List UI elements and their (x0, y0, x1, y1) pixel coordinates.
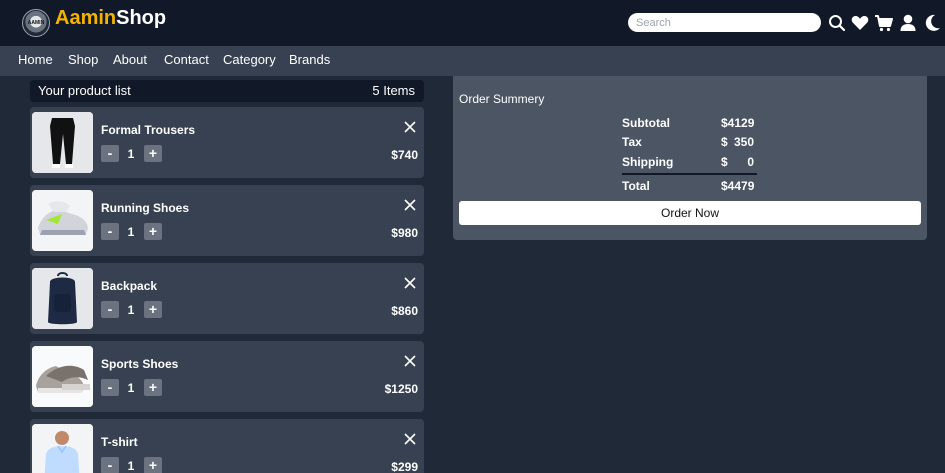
subtotal-label: Subtotal (622, 116, 670, 130)
product-price: $299 (391, 460, 418, 473)
increase-qty-button[interactable]: + (144, 457, 162, 473)
product-image-sports-shoes[interactable] (32, 346, 93, 407)
product-image-trousers[interactable] (32, 112, 93, 173)
brand-name[interactable]: AaminShop (55, 7, 166, 30)
subtotal-row: Subtotal $4129 (622, 116, 757, 132)
increase-qty-button[interactable]: + (144, 301, 162, 318)
increase-qty-button[interactable]: + (144, 145, 162, 162)
total-label: Total (622, 179, 650, 193)
cart-item: Sports Shoes - 1 + $1250 (30, 341, 424, 412)
shipping-label: Shipping (622, 155, 674, 169)
quantity-value: 1 (127, 459, 135, 473)
order-summary-title: Order Summery (459, 92, 545, 106)
summary-divider (622, 173, 757, 175)
product-name: T-shirt (101, 435, 138, 449)
tax-value: 350 (733, 135, 754, 149)
logo-text: AAMIN (27, 20, 45, 26)
nav-contact[interactable]: Contact (164, 52, 209, 67)
nav-category[interactable]: Category (223, 52, 276, 67)
decrease-qty-button[interactable]: - (101, 223, 119, 240)
decrease-qty-button[interactable]: - (101, 301, 119, 318)
search-icon[interactable] (827, 13, 847, 33)
product-name: Running Shoes (101, 201, 189, 215)
nav-about[interactable]: About (113, 52, 147, 67)
product-price: $980 (391, 226, 418, 240)
search-input[interactable] (628, 13, 821, 32)
product-image-tshirt[interactable] (32, 424, 93, 473)
quantity-value: 1 (127, 147, 135, 161)
subtotal-value: $4129 (721, 116, 755, 130)
close-icon[interactable] (404, 199, 416, 211)
brand-part-1: Aamin (55, 7, 117, 29)
cart-item: Formal Trousers - 1 + $740 (30, 107, 424, 178)
shipping-currency: $ (721, 155, 728, 169)
order-now-button[interactable]: Order Now (459, 201, 921, 225)
header: AAMIN AaminShop (0, 0, 945, 46)
cart-item: Backpack - 1 + $860 (30, 263, 424, 334)
close-icon[interactable] (404, 121, 416, 133)
decrease-qty-button[interactable]: - (101, 145, 119, 162)
product-image-backpack[interactable] (32, 268, 93, 329)
cart-item: T-shirt - 1 + $299 (30, 419, 424, 473)
tax-row: Tax $ 350 (622, 135, 757, 151)
decrease-qty-button[interactable]: - (101, 379, 119, 396)
total-value: $4479 (721, 179, 755, 193)
cart-icon[interactable] (874, 13, 894, 33)
product-image-running-shoes[interactable] (32, 190, 93, 251)
nav-shop[interactable]: Shop (68, 52, 98, 67)
user-icon[interactable] (898, 13, 918, 33)
increase-qty-button[interactable]: + (144, 379, 162, 396)
item-count: 5 Items (372, 83, 415, 98)
quantity-value: 1 (127, 225, 135, 239)
product-price: $740 (391, 148, 418, 162)
quantity-value: 1 (127, 381, 135, 395)
increase-qty-button[interactable]: + (144, 223, 162, 240)
brand-part-2: Shop (116, 7, 167, 29)
product-name: Backpack (101, 279, 158, 293)
close-icon[interactable] (404, 355, 416, 367)
cart-item: Running Shoes - 1 + $980 (30, 185, 424, 256)
tax-label: Tax (622, 135, 642, 149)
shipping-row: Shipping $ 0 (622, 155, 757, 171)
quantity-value: 1 (127, 303, 135, 317)
product-list-title: Your product list (38, 83, 131, 98)
tax-currency: $ (721, 135, 728, 149)
main-nav: Home Shop About Contact Category Brands (0, 46, 945, 76)
product-name: Sports Shoes (101, 357, 179, 371)
total-row: Total $4479 (622, 179, 757, 195)
nav-brands[interactable]: Brands (289, 52, 330, 67)
product-price: $860 (391, 304, 418, 318)
logo-badge[interactable]: AAMIN (22, 9, 50, 37)
order-summary-panel: Order Summery Subtotal $4129 Tax $ 350 S… (453, 76, 927, 240)
product-price: $1250 (384, 382, 418, 396)
close-icon[interactable] (404, 433, 416, 445)
product-list-header: Your product list 5 Items (30, 80, 424, 102)
heart-icon[interactable] (850, 13, 870, 33)
product-name: Formal Trousers (101, 123, 196, 137)
decrease-qty-button[interactable]: - (101, 457, 119, 473)
shipping-value: 0 (747, 155, 754, 169)
moon-icon[interactable] (922, 13, 942, 33)
close-icon[interactable] (404, 277, 416, 289)
nav-home[interactable]: Home (18, 52, 53, 67)
